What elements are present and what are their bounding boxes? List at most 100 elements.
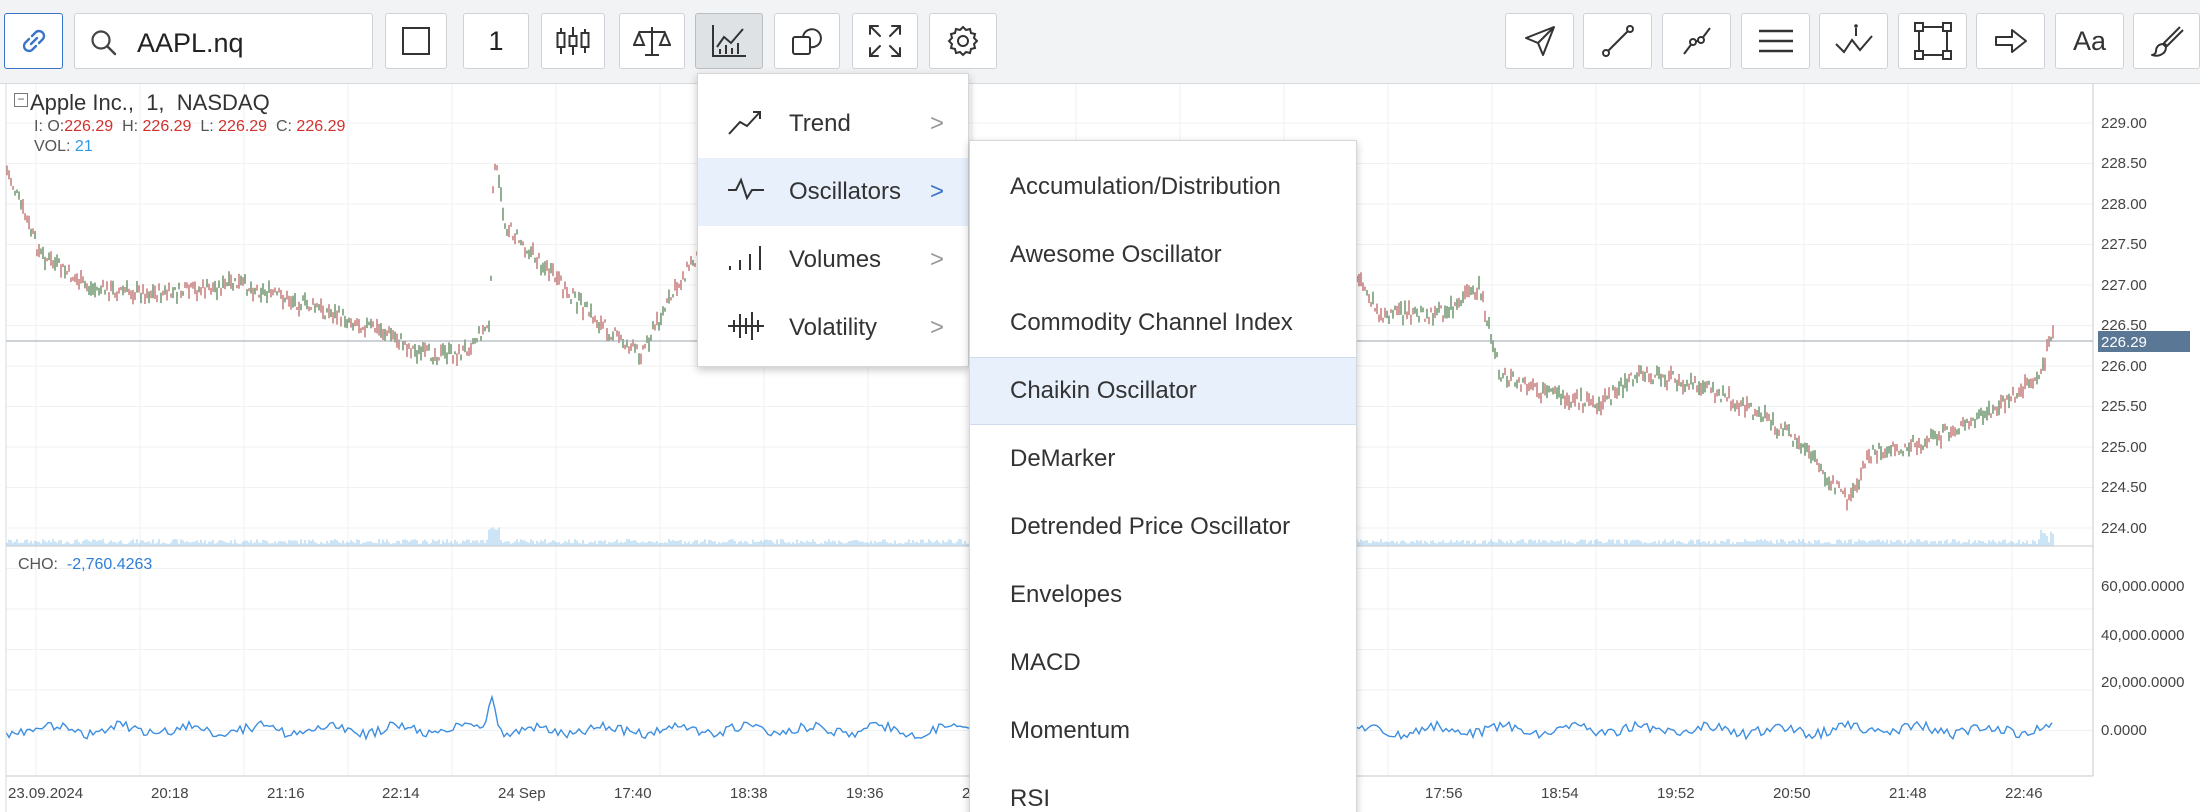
price-tick: 226.00 <box>2101 358 2147 375</box>
trend-icon <box>726 104 766 145</box>
close-value: 226.29 <box>296 118 346 135</box>
high-value: 226.29 <box>142 118 192 135</box>
osc-tick: 60,000.0000 <box>2101 578 2184 595</box>
gear-icon <box>946 24 980 58</box>
cho-label: CHO: <box>18 556 58 573</box>
menu-item-volumes[interactable]: Volumes > <box>698 226 968 294</box>
legend-interval: 1, <box>146 90 165 115</box>
osc-tick: 20,000.0000 <box>2101 674 2184 691</box>
time-tick: 20:18 <box>151 785 189 802</box>
time-tick: 21:16 <box>267 785 305 802</box>
price-tick: 227.00 <box>2101 277 2147 294</box>
polyline-icon <box>1680 24 1714 58</box>
open-value: 226.29 <box>64 118 114 135</box>
shapes-button[interactable] <box>774 13 840 69</box>
menu-item-trend[interactable]: Trend > <box>698 90 968 158</box>
link-toggle-button[interactable] <box>4 13 63 69</box>
settings-button[interactable] <box>929 13 997 69</box>
link-icon <box>17 24 51 58</box>
symbol-search[interactable]: AAPL.nq <box>74 13 373 69</box>
time-tick: 20:50 <box>1773 785 1811 802</box>
fullscreen-button[interactable] <box>852 13 918 69</box>
volume-label: VOL: <box>34 138 71 155</box>
search-input[interactable]: AAPL.nq <box>137 28 244 59</box>
arrow-right-icon <box>1993 26 2029 56</box>
chart-type-button[interactable] <box>541 13 605 69</box>
indicator-option[interactable]: Accumulation/Distribution <box>970 153 1356 221</box>
low-value: 226.29 <box>218 118 268 135</box>
rectangle-select-icon <box>1913 22 1952 60</box>
symbol-name: Apple Inc., <box>30 90 134 115</box>
time-tick: 24 Sep <box>498 785 546 802</box>
compare-button[interactable] <box>619 13 685 69</box>
time-tick: 18:38 <box>730 785 768 802</box>
volume-icon <box>726 240 766 281</box>
indicator-category-menu: Trend > Oscillators > Volumes > Volatili… <box>697 73 969 367</box>
price-tick: 224.50 <box>2101 479 2147 496</box>
high-label: H: <box>122 118 139 135</box>
fullscreen-icon <box>867 23 903 59</box>
interval-button[interactable]: 1 <box>463 13 529 69</box>
time-tick: 17:56 <box>1425 785 1463 802</box>
menu-label: Volumes <box>789 246 882 273</box>
price-tick: 225.00 <box>2101 439 2147 456</box>
top-toolbar: AAPL.nq 1 Aa <box>0 0 2200 84</box>
menu-label: Trend <box>789 110 851 137</box>
trendline-tool-button[interactable] <box>1583 13 1652 69</box>
text-tool-button[interactable]: Aa <box>2055 13 2124 69</box>
time-tick: 21:48 <box>1889 785 1927 802</box>
indicator-option[interactable]: RSI <box>970 765 1356 812</box>
volume-readout: VOL: 21 <box>14 138 345 156</box>
indicator-option[interactable]: Detrended Price Oscillator <box>970 493 1356 561</box>
time-tick: 22:14 <box>382 785 420 802</box>
time-tick: 19:36 <box>846 785 884 802</box>
price-tick: 227.50 <box>2101 236 2147 253</box>
indicator-option[interactable]: Commodity Channel Index <box>970 289 1356 357</box>
brush-icon <box>2150 24 2184 58</box>
price-tick: 224.00 <box>2101 520 2147 537</box>
annotation-tool-button[interactable] <box>1819 13 1888 69</box>
price-tick: 228.50 <box>2101 155 2147 172</box>
close-label: C: <box>275 118 292 135</box>
time-tick: 22:46 <box>2005 785 2043 802</box>
arrow-tool-button[interactable] <box>1976 13 2045 69</box>
brush-tool-button[interactable] <box>2133 13 2200 69</box>
volatility-icon <box>726 308 766 349</box>
horizontal-lines-icon <box>1757 26 1795 56</box>
legend-exchange: NASDAQ <box>176 90 270 115</box>
legend-title: − Apple Inc., 1, NASDAQ <box>14 90 345 116</box>
send-cursor-icon <box>1523 24 1557 58</box>
volume-value: 21 <box>74 138 93 155</box>
current-price-label: 226.29 <box>2101 334 2147 351</box>
square-icon <box>400 25 432 57</box>
indicators-button[interactable] <box>695 13 763 69</box>
indicator-option[interactable]: DeMarker <box>970 425 1356 493</box>
ohlc-prefix: I: <box>34 118 43 135</box>
indicator-option[interactable]: Awesome Oscillator <box>970 221 1356 289</box>
oscillator-icon <box>726 172 766 213</box>
cursor-tool-button[interactable] <box>1505 13 1574 69</box>
chart-legend: − Apple Inc., 1, NASDAQ I: O:226.29 H: 22… <box>14 90 345 156</box>
chevron-right-icon: > <box>930 246 945 273</box>
indicator-option[interactable]: Momentum <box>970 697 1356 765</box>
time-tick: 18:54 <box>1541 785 1579 802</box>
menu-item-volatility[interactable]: Volatility > <box>698 294 968 362</box>
osc-tick: 40,000.0000 <box>2101 627 2184 644</box>
channel-tool-button[interactable] <box>1741 13 1810 69</box>
chevron-right-icon: > <box>930 110 945 137</box>
price-tick: 229.00 <box>2101 115 2147 132</box>
compare-square-button[interactable] <box>385 13 447 69</box>
indicator-option-highlighted[interactable]: Chaikin Oscillator <box>970 357 1356 425</box>
indicator-option[interactable]: MACD <box>970 629 1356 697</box>
oscillators-submenu: Accumulation/Distribution Awesome Oscill… <box>969 140 1357 812</box>
ohlc-readout: I: O:226.29 H: 226.29 L: 226.29 C: 226.2… <box>14 118 345 136</box>
polyline-tool-button[interactable] <box>1662 13 1731 69</box>
low-label: L: <box>200 118 214 135</box>
indicator-option[interactable]: Envelopes <box>970 561 1356 629</box>
wave-info-icon <box>1834 24 1874 58</box>
open-label: O: <box>47 118 65 135</box>
collapse-legend-icon[interactable]: − <box>14 93 28 107</box>
scales-icon <box>633 24 671 58</box>
menu-item-oscillators[interactable]: Oscillators > <box>698 158 968 226</box>
rectangle-tool-button[interactable] <box>1898 13 1967 69</box>
